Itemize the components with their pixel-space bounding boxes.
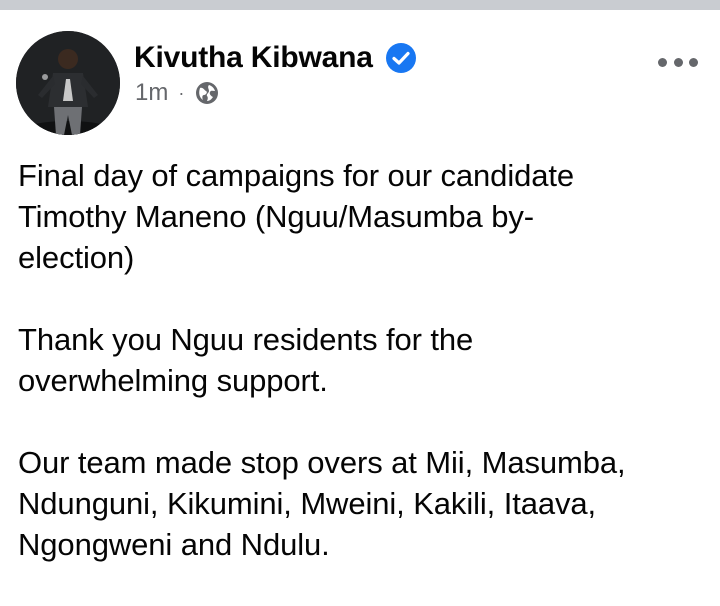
verified-badge-icon (385, 42, 417, 74)
more-dot-icon (673, 57, 683, 67)
post-line: Ngongweni and Ndulu. (18, 527, 330, 562)
author-header: Kivutha Kibwana (134, 38, 417, 78)
post-line: Final day of campaigns for our candidate (18, 158, 575, 193)
avatar[interactable] (16, 31, 120, 135)
globe-icon[interactable] (194, 80, 220, 106)
profile-photo-icon (16, 31, 120, 135)
more-dot-icon (658, 57, 667, 67)
post-paragraph: Our team made stop overs at Mii, Masumba… (18, 442, 708, 565)
post-paragraph: Thank you Nguu residents for the overwhe… (18, 319, 708, 401)
post-text: Final day of campaigns for our candidate… (18, 155, 708, 606)
post-paragraph: Final day of campaigns for our candidate… (18, 155, 708, 278)
meta-separator: · (178, 83, 185, 103)
post-line: Our team made stop overs at Mii, Masumba… (18, 445, 626, 480)
feed-separator (0, 0, 720, 10)
facebook-post: Kivutha Kibwana 1m · Final day of campai… (0, 10, 720, 562)
post-meta: 1m · (135, 78, 220, 108)
author-name[interactable]: Kivutha Kibwana (134, 38, 373, 78)
post-line: overwhelming support. (18, 363, 328, 398)
post-line: Timothy Maneno (Nguu/Masumba by- (18, 199, 534, 234)
more-options-icon[interactable] (658, 54, 698, 70)
post-timestamp[interactable]: 1m (135, 78, 168, 108)
post-line: election) (18, 240, 135, 275)
more-dot-icon (689, 57, 698, 67)
post-line: Ndunguni, Kikumini, Mweini, Kakili, Itaa… (18, 486, 597, 521)
post-line: Thank you Nguu residents for the (18, 322, 474, 357)
